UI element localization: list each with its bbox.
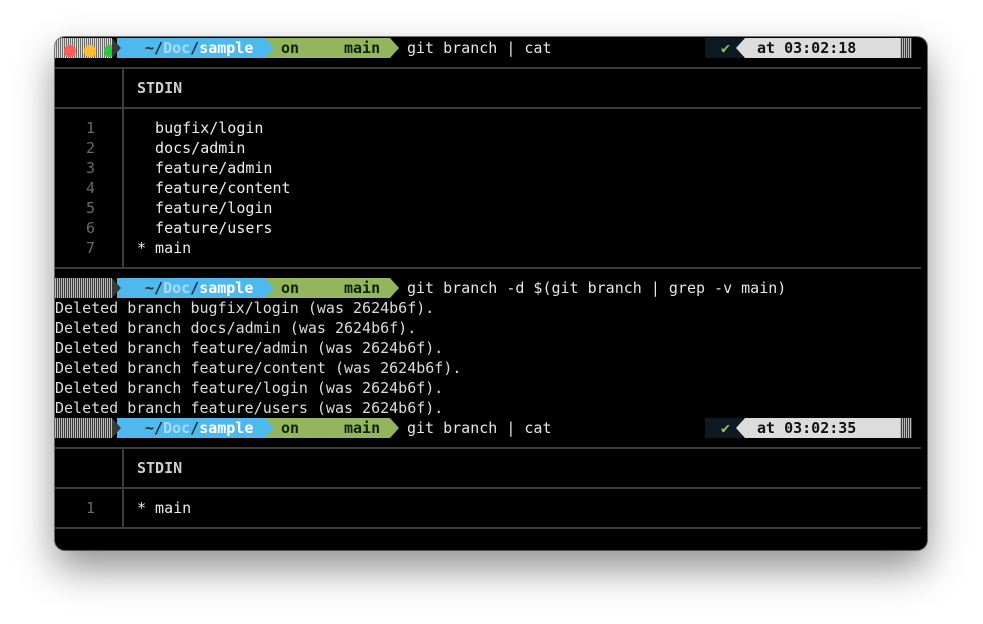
command-text: git branch | cat <box>407 39 552 57</box>
path-sep: / <box>190 39 200 57</box>
output-line: Deleted branch feature/admin (was 2624b6… <box>55 339 444 357</box>
git-arrow-icon <box>390 278 399 298</box>
path-prefix: ~/ <box>145 39 164 57</box>
git-on-label: on <box>281 279 300 297</box>
path-dir: Doc <box>163 279 191 297</box>
prompt-right-edge <box>900 418 912 438</box>
output-line: Deleted branch feature/users (was 2624b6… <box>55 399 444 417</box>
table-divider <box>122 67 124 269</box>
line-number: 2 <box>85 139 95 157</box>
line-number: 4 <box>85 179 95 197</box>
prompt-line-1: ~/Doc/sample on main git branch | cat ✔ … <box>55 38 927 58</box>
command-text: git branch | cat <box>407 419 552 437</box>
path-dir: Doc <box>163 419 191 437</box>
branch-line: feature/admin <box>137 159 273 177</box>
table-border-bottom <box>55 267 921 269</box>
time-arrow-icon <box>736 418 745 438</box>
time-label: at 03:02:18 <box>757 39 857 57</box>
path-arrow-icon <box>265 38 274 58</box>
line-number: 3 <box>85 159 95 177</box>
git-arrow-icon <box>390 418 399 438</box>
output-line: Deleted branch feature/content (was 2624… <box>55 359 462 377</box>
prompt-right-edge <box>900 38 912 58</box>
line-number: 1 <box>85 119 95 137</box>
branch-line: bugfix/login <box>137 119 264 137</box>
output-line: Deleted branch feature/login (was 2624b6… <box>55 379 444 397</box>
branch-line: feature/users <box>137 219 273 237</box>
path-name: sample <box>199 279 254 297</box>
path-sep: / <box>190 419 200 437</box>
terminal-window: ~/Doc/sample on main git branch | cat ✔ … <box>55 37 927 550</box>
branch-line: * main <box>137 499 192 517</box>
prompt-left-edge <box>55 418 112 438</box>
prompt-line-3: ~/Doc/sample on main git branch | cat ✔ … <box>55 418 927 438</box>
path-arrow-icon <box>265 418 274 438</box>
time-label: at 03:02:35 <box>757 419 857 437</box>
stdin-header: STDIN <box>137 459 183 477</box>
table-border-top <box>55 447 921 449</box>
time-arrow-icon <box>736 38 745 58</box>
table-header-border <box>55 487 921 489</box>
prompt-line-2: ~/Doc/sample on main git branch -d $(git… <box>55 278 927 298</box>
line-number: 5 <box>85 199 95 217</box>
minimize-button[interactable] <box>84 45 96 57</box>
branch-line: feature/login <box>137 199 273 217</box>
path-separator-icon <box>112 418 121 438</box>
table-border-top <box>55 67 921 69</box>
git-arrow-icon <box>390 38 399 58</box>
branch-line: docs/admin <box>137 139 246 157</box>
branch-line: * main <box>137 239 192 257</box>
path-separator-icon <box>112 278 121 298</box>
path-dir: Doc <box>163 39 191 57</box>
time-segment: at 03:02:35 <box>745 418 900 438</box>
path-prefix: ~/ <box>145 279 164 297</box>
command-text: git branch -d $(git branch | grep -v mai… <box>407 279 787 297</box>
branch-line: feature/content <box>137 179 291 197</box>
git-branch-label: main <box>344 419 381 437</box>
close-button[interactable] <box>64 45 76 57</box>
path-sep: / <box>190 279 200 297</box>
path-arrow-icon <box>265 278 274 298</box>
git-branch-label: main <box>344 39 381 57</box>
git-branch-label: main <box>344 279 381 297</box>
check-icon: ✔ <box>721 39 731 57</box>
check-icon: ✔ <box>721 419 731 437</box>
git-on-label: on <box>281 39 300 57</box>
git-on-label: on <box>281 419 300 437</box>
line-number: 7 <box>85 239 95 257</box>
output-line: Deleted branch bugfix/login (was 2624b6f… <box>55 299 435 317</box>
time-segment: at 03:02:18 <box>745 38 900 58</box>
path-prefix: ~/ <box>145 419 164 437</box>
table-border-bottom <box>55 527 921 529</box>
table-header-border <box>55 107 921 109</box>
prompt-left-edge <box>55 278 112 298</box>
path-name: sample <box>199 419 254 437</box>
line-number: 6 <box>85 219 95 237</box>
output-line: Deleted branch docs/admin (was 2624b6f). <box>55 319 417 337</box>
path-separator-icon <box>112 38 121 58</box>
line-number: 1 <box>85 499 95 517</box>
path-name: sample <box>199 39 254 57</box>
stdin-header: STDIN <box>137 79 183 97</box>
